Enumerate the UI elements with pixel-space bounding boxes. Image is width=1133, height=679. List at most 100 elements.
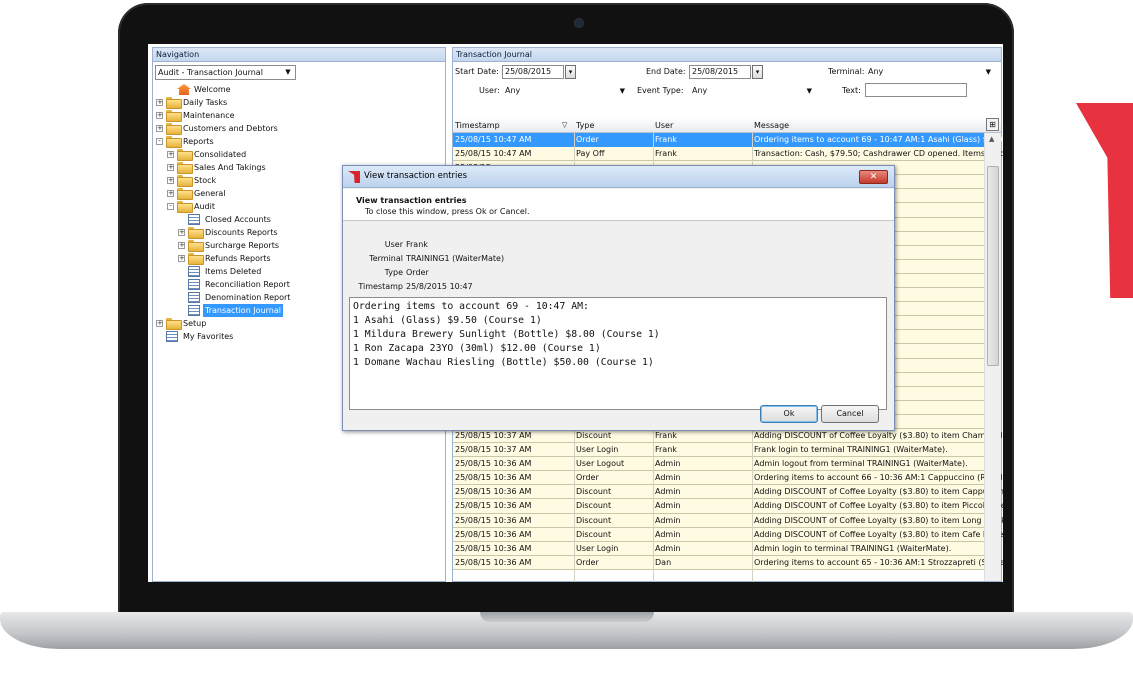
column-timestamp[interactable]: Timestamp [455, 118, 500, 133]
text-filter-input[interactable] [865, 83, 967, 97]
tree-item-label: Welcome [194, 85, 231, 94]
chevron-down-icon: ▼ [985, 68, 991, 76]
user-value: Any [505, 86, 521, 95]
report-icon [188, 292, 200, 303]
expand-icon[interactable]: + [156, 320, 163, 327]
event-type-label: Event Type: [637, 86, 684, 95]
expand-icon[interactable]: + [156, 112, 163, 119]
cell-timestamp: 25/08/15 10:36 AM [455, 487, 532, 497]
tree-item-label: Discounts Reports [205, 228, 278, 237]
cell-timestamp: 25/08/15 10:47 AM [455, 135, 532, 144]
table-row[interactable]: 25/08/15 10:36 AM Discount Admin Adding DIS… [453, 527, 1003, 542]
tree-item-daily-tasks[interactable]: + Daily Tasks [155, 96, 445, 109]
expand-icon[interactable]: + [178, 242, 185, 249]
field-key: User [384, 240, 403, 249]
end-date-dropdown-icon[interactable]: ▾ [752, 65, 763, 79]
table-row[interactable]: 25/08/15 10:47 AM Pay Off Frank Transaction… [453, 147, 1003, 162]
expand-icon[interactable]: + [156, 99, 163, 106]
table-row[interactable]: 25/08/15 10:36 AM Discount Admin Adding DIS… [453, 499, 1003, 514]
navigation-selector[interactable]: Audit - Transaction Journal ▼ [155, 65, 296, 80]
table-row[interactable]: 25/08/15 10:36 AM Discount Admin Adding DIS… [453, 513, 1003, 528]
expand-icon[interactable]: + [156, 125, 163, 132]
cell-type: Discount [576, 487, 612, 497]
folder-icon [177, 175, 193, 187]
brand-accent-logo [1076, 103, 1133, 298]
scroll-up-icon[interactable]: ▲ [989, 135, 994, 143]
cell-type: Pay Off [576, 149, 605, 159]
folder-icon [177, 149, 193, 161]
collapse-icon[interactable]: - [156, 138, 163, 145]
start-date-dropdown-icon[interactable]: ▾ [565, 65, 576, 79]
expand-icon[interactable]: + [167, 177, 174, 184]
column-message[interactable]: Message [754, 118, 789, 133]
terminal-value: Any [868, 67, 884, 76]
table-row[interactable]: 25/08/15 10:36 AM User Logout Admin Admin l… [453, 457, 1001, 472]
table-row[interactable]: 25/08/15 10:47 AM Order Frank Ordering item… [453, 133, 1003, 148]
dialog-message-box[interactable]: Ordering items to account 69 - 10:47 AM:… [349, 297, 887, 410]
report-icon [188, 214, 200, 225]
cell-message: Admin login to terminal TRAINING1 (Waite… [754, 543, 952, 553]
cell-user: Admin [655, 459, 681, 469]
expand-icon[interactable]: + [167, 164, 174, 171]
folder-icon [166, 123, 182, 135]
view-transaction-dialog: View transaction entries ✕ View transact… [342, 165, 895, 431]
cell-timestamp: 25/08/15 10:36 AM [455, 501, 532, 511]
close-icon[interactable]: ✕ [859, 170, 888, 184]
cell-timestamp: 25/08/15 10:36 AM [455, 557, 532, 567]
collapse-icon[interactable]: - [167, 203, 174, 210]
start-date-field[interactable]: 25/08/2015 [502, 65, 564, 79]
cell-message: Admin logout from terminal TRAINING1 (Wa… [754, 459, 968, 469]
home-icon [177, 84, 191, 95]
report-icon [188, 279, 200, 290]
field-value: Frank [406, 240, 428, 249]
text-label: Text: [842, 86, 861, 95]
navigation-selector-value: Audit - Transaction Journal [158, 68, 263, 77]
table-row[interactable]: 25/08/15 10:37 AM User Login Frank Frank lo… [453, 443, 1001, 458]
cell-user: Frank [655, 135, 677, 144]
tree-item-reports[interactable]: - Reports [155, 135, 445, 148]
cancel-button[interactable]: Cancel [821, 405, 879, 423]
grid-scrollbar[interactable]: ▲ [984, 133, 1001, 581]
journal-title: Transaction Journal [453, 48, 1001, 62]
ok-button[interactable]: Ok [760, 405, 818, 423]
cell-timestamp: 25/08/15 10:36 AM [455, 473, 532, 483]
tree-item-welcome[interactable]: Welcome [155, 83, 445, 96]
dialog-instruction: To close this window, press Ok or Cancel… [365, 207, 530, 216]
report-icon [188, 266, 200, 277]
user-select[interactable]: Any ▼ [502, 84, 632, 98]
end-date-field[interactable]: 25/08/2015 [689, 65, 751, 79]
event-type-value: Any [692, 86, 708, 95]
expand-icon[interactable]: + [167, 190, 174, 197]
cell-user: Admin [655, 515, 681, 525]
table-row[interactable]: 25/08/15 10:36 AM Order Admin Ordering item… [453, 471, 1003, 486]
expand-icon[interactable]: + [178, 255, 185, 262]
column-chooser-icon[interactable]: ⊞ [986, 118, 999, 131]
table-row[interactable]: 25/08/15 10:36 AM User Login Admin Admin lo… [453, 541, 1001, 556]
tree-item-label: Daily Tasks [183, 98, 228, 107]
column-user[interactable]: User [655, 118, 673, 133]
event-type-select[interactable]: Any ▼ [689, 84, 819, 98]
tree-item-customers-and-debtors[interactable]: + Customers and Debtors [155, 122, 445, 135]
journal-filters: Start Date: 25/08/2015 ▾ End Date: 25/08… [453, 62, 1001, 114]
expand-icon[interactable]: + [167, 151, 174, 158]
cell-message: Ordering items to account 66 - 10:36 AM:… [754, 473, 1003, 483]
scrollbar-thumb[interactable] [987, 166, 999, 366]
expand-icon[interactable]: + [178, 229, 185, 236]
table-row[interactable]: 25/08/15 10:36 AM Discount Admin Adding DIS… [453, 485, 1003, 500]
tree-item-consolidated[interactable]: + Consolidated [155, 148, 445, 161]
chevron-down-icon[interactable]: ▼ [281, 66, 295, 79]
cell-type: User Login [576, 543, 619, 553]
tree-item-maintenance[interactable]: + Maintenance [155, 109, 445, 122]
folder-icon [188, 227, 204, 239]
terminal-select[interactable]: Any ▼ [865, 65, 998, 79]
cell-user: Admin [655, 473, 681, 483]
table-row[interactable]: 25/08/15 10:37 AM Discount Frank Adding DIS… [453, 428, 1003, 444]
sort-icon[interactable]: ▽ [562, 118, 567, 133]
column-type[interactable]: Type [576, 118, 594, 133]
table-row[interactable]: 25/08/15 10:36 AM Order Dan Ordering items … [453, 555, 1003, 570]
cell-type: Discount [576, 501, 612, 511]
cell-timestamp: 25/08/15 10:36 AM [455, 529, 532, 539]
cell-type: Discount [576, 515, 612, 525]
cell-message: Adding DISCOUNT of Coffee Loyalty ($3.80… [754, 529, 1003, 539]
start-date-value: 25/08/2015 [505, 67, 552, 76]
